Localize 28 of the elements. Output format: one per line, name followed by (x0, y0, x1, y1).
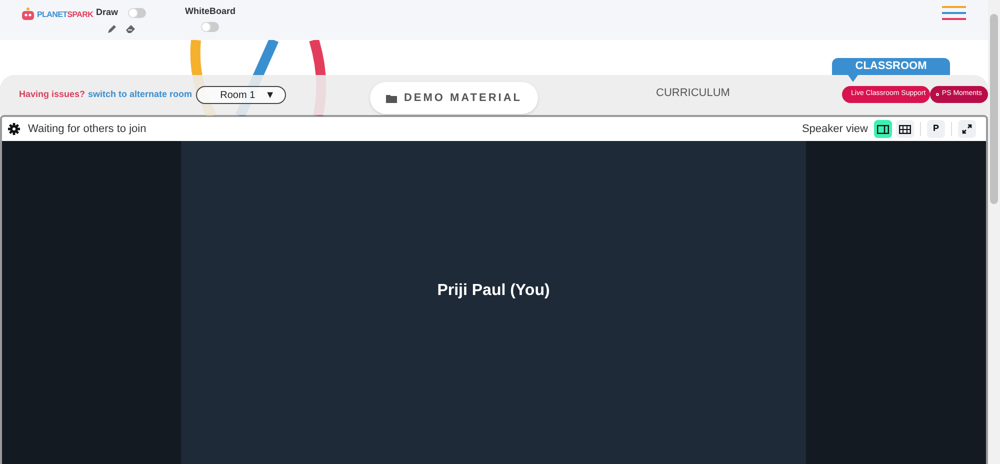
status-text: Waiting for others to join (28, 122, 146, 137)
demo-material-tab[interactable]: DEMO MATERIAL (370, 82, 538, 114)
expand-icon (962, 124, 972, 134)
room-dropdown[interactable]: Room 1 ▼ (196, 86, 286, 104)
grid-view-button[interactable] (896, 120, 914, 138)
settings-icon[interactable] (8, 123, 20, 135)
grid-icon (899, 124, 911, 134)
logo-icon (20, 7, 36, 23)
menu-icon[interactable] (942, 6, 966, 20)
fullscreen-button[interactable] (958, 120, 976, 138)
classroom-tab[interactable]: CLASSROOM (832, 58, 950, 75)
toggle-switch[interactable] (201, 22, 220, 32)
p-button[interactable]: P (927, 120, 945, 138)
eraser-icon[interactable] (125, 24, 136, 34)
toggle-label: WhiteBoard (185, 5, 236, 18)
scrollbar[interactable] (988, 0, 1000, 464)
speaker-view-button[interactable] (874, 120, 892, 138)
curriculum-tab[interactable]: CURRICULUM (656, 85, 730, 102)
logo-text: PLANETSPARK (37, 9, 94, 21)
participant-name: Priji Paul (You) (437, 280, 550, 300)
toggle-switch[interactable] (128, 8, 146, 18)
pencil-icon[interactable] (107, 24, 117, 34)
issue-text: Having issues? (19, 88, 86, 102)
toggle-label: Draw (96, 6, 118, 19)
speaker-layout-icon (877, 124, 889, 134)
folder-icon (386, 94, 397, 102)
circle-icon (936, 91, 939, 98)
view-label: Speaker view (802, 122, 868, 137)
